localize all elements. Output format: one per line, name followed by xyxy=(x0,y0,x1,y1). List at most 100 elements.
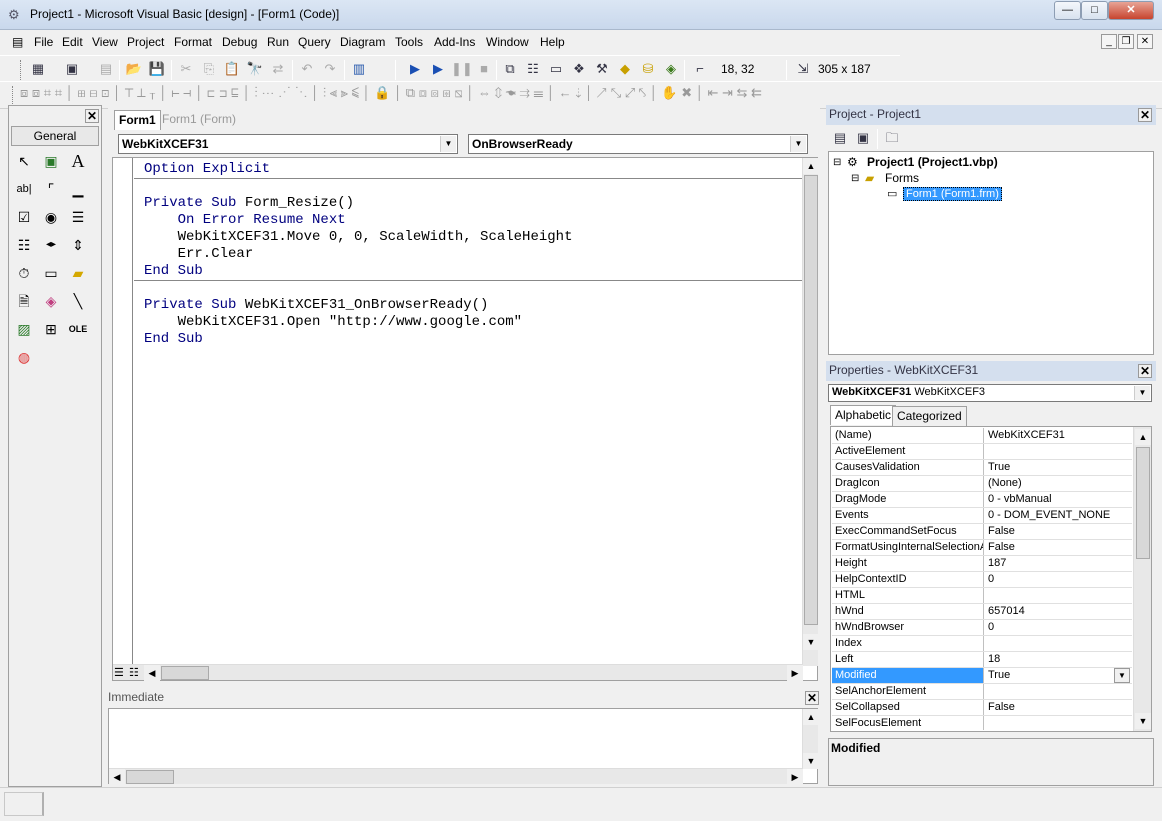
property-row[interactable]: ActiveElement xyxy=(832,444,1132,460)
collapse-icon[interactable]: ⊟ xyxy=(851,173,859,184)
property-value[interactable] xyxy=(985,444,1131,459)
start-icon[interactable]: ▶ xyxy=(405,59,425,79)
menu-add-ins[interactable]: Add-Ins xyxy=(434,35,475,49)
property-value[interactable] xyxy=(985,684,1131,699)
cut-icon[interactable]: ✂ xyxy=(176,59,196,79)
close-button[interactable]: ✕ xyxy=(1108,1,1154,20)
checkbox-icon[interactable]: ☑ xyxy=(13,206,35,228)
toggle-folders-icon[interactable]: 🗀 xyxy=(882,128,902,148)
mdi-minimize-button[interactable]: _ xyxy=(1101,34,1117,49)
chrome-icon[interactable]: ◍ xyxy=(13,346,35,368)
immediate-text-area[interactable]: ▲ ▼ ◀ ▶ xyxy=(108,708,819,785)
undo-icon[interactable]: ↶ xyxy=(297,59,317,79)
property-row[interactable]: CausesValidation True xyxy=(832,460,1132,476)
menu-project[interactable]: Project xyxy=(127,35,164,49)
property-value[interactable]: True xyxy=(985,460,1131,475)
add-form-icon[interactable]: ▣ xyxy=(62,59,82,79)
vscrollbar-icon[interactable]: ⇕ xyxy=(67,234,89,256)
property-row[interactable]: Left 18 xyxy=(832,652,1132,668)
menu-file[interactable]: File xyxy=(34,35,53,49)
property-value[interactable]: 187 xyxy=(985,556,1131,571)
tab-alphabetic[interactable]: Alphabetic xyxy=(830,405,897,425)
property-value[interactable]: WebKitXCEF31 xyxy=(985,428,1131,443)
property-row[interactable]: FormatUsingInternalSelectionAr False xyxy=(832,540,1132,556)
dirlistbox-icon[interactable]: ▰ xyxy=(67,262,89,284)
property-value[interactable] xyxy=(985,588,1131,603)
property-value[interactable]: False xyxy=(985,524,1131,539)
mdi-system-icon[interactable]: ▤ xyxy=(12,35,23,49)
ole-icon[interactable]: OLE xyxy=(67,318,89,340)
start-full-compile-icon[interactable]: ▶ xyxy=(428,59,448,79)
toolbox-icon[interactable]: ⚒ xyxy=(592,59,612,79)
chevron-down-icon[interactable]: ▼ xyxy=(440,136,456,152)
menu-help[interactable]: Help xyxy=(540,35,565,49)
property-row[interactable]: HelpContextID 0 xyxy=(832,572,1132,588)
mdi-restore-button[interactable]: ❐ xyxy=(1118,34,1134,49)
code-line[interactable]: End Sub xyxy=(144,263,572,280)
collapse-icon[interactable]: ⊟ xyxy=(833,157,841,168)
property-row[interactable]: Modified True ▼ xyxy=(832,668,1132,684)
menu-tools[interactable]: Tools xyxy=(395,35,423,49)
property-value[interactable]: False xyxy=(985,700,1131,715)
scroll-left-icon[interactable]: ◀ xyxy=(109,769,125,785)
scroll-thumb[interactable] xyxy=(126,770,174,784)
combobox-icon[interactable]: ☰ xyxy=(67,206,89,228)
property-scrollbar[interactable]: ▲ ▼ xyxy=(1133,427,1151,731)
code-line[interactable]: On Error Resume Next xyxy=(144,212,572,229)
scroll-down-icon[interactable]: ▼ xyxy=(803,634,819,650)
project-close-icon[interactable]: ✕ xyxy=(1138,108,1152,122)
scroll-right-icon[interactable]: ▶ xyxy=(787,665,803,681)
label-icon[interactable]: A xyxy=(67,150,89,172)
tab-categorized[interactable]: Categorized xyxy=(892,406,967,426)
scroll-right-icon[interactable]: ▶ xyxy=(787,769,803,785)
property-row[interactable]: SelFocusElement xyxy=(832,716,1132,730)
code-line[interactable]: End Sub xyxy=(144,331,572,348)
forms-folder[interactable]: Forms xyxy=(885,171,919,185)
property-row[interactable]: hWndBrowser 0 xyxy=(832,620,1132,636)
immediate-close-icon[interactable]: ✕ xyxy=(805,691,819,705)
code-line[interactable]: Private Sub Form_Resize() xyxy=(144,195,572,212)
toolbox-close-icon[interactable]: ✕ xyxy=(85,109,99,123)
project-tree[interactable]: ⊟ ⚙ Project1 (Project1.vbp) ⊟ ▰ Forms ▭ … xyxy=(828,151,1154,355)
scroll-down-icon[interactable]: ▼ xyxy=(1135,713,1151,729)
pointer-icon[interactable]: ↖ xyxy=(13,150,35,172)
code-line[interactable]: Err.Clear xyxy=(144,246,572,263)
maximize-button[interactable]: □ xyxy=(1081,1,1108,20)
mdi-close-button[interactable]: ✕ xyxy=(1137,34,1153,49)
hscrollbar-icon[interactable]: ◂▸ xyxy=(40,234,62,256)
scroll-thumb[interactable] xyxy=(1136,447,1150,559)
menu-diagram[interactable]: Diagram xyxy=(340,35,385,49)
menu-view[interactable]: View xyxy=(92,35,118,49)
component-manager-icon[interactable]: ◈ xyxy=(661,59,681,79)
code-line[interactable]: Option Explicit xyxy=(144,161,572,178)
menu-run[interactable]: Run xyxy=(267,35,289,49)
textbox-icon[interactable]: ab| xyxy=(13,178,35,200)
property-grid[interactable]: (Name) WebKitXCEF31 ActiveElement CausesVal… xyxy=(830,426,1152,732)
property-value[interactable]: 657014 xyxy=(985,604,1131,619)
scroll-thumb[interactable] xyxy=(161,666,209,680)
copy-icon[interactable]: ⎘ xyxy=(199,59,219,79)
property-row[interactable]: Height 187 xyxy=(832,556,1132,572)
immediate-vertical-scrollbar[interactable]: ▲ ▼ xyxy=(802,709,819,769)
end-icon[interactable]: ■ xyxy=(474,59,494,79)
form1-item[interactable]: Form1 (Form1.frm) xyxy=(903,187,1002,201)
optionbutton-icon[interactable]: ◉ xyxy=(40,206,62,228)
chevron-down-icon[interactable]: ▼ xyxy=(1134,386,1150,400)
scroll-thumb[interactable] xyxy=(804,175,818,625)
object-selector[interactable]: WebKitXCEF31 WebKitXCEF3 ▼ xyxy=(828,384,1152,402)
listbox-icon[interactable]: ☷ xyxy=(13,234,35,256)
property-value[interactable]: 18 xyxy=(985,652,1131,667)
code-line[interactable] xyxy=(144,178,572,195)
add-project-icon[interactable]: ▦ xyxy=(28,59,48,79)
redo-icon[interactable]: ↷ xyxy=(320,59,340,79)
filelistbox-icon[interactable]: 🗎 xyxy=(13,290,35,312)
picturebox-icon[interactable]: ▣ xyxy=(40,150,62,172)
save-project-icon[interactable]: 💾 xyxy=(147,59,167,79)
commandbutton-icon[interactable]: ▁ xyxy=(67,178,89,200)
data-environment-icon[interactable]: ◆ xyxy=(615,59,635,79)
menu-edit[interactable]: Edit xyxy=(62,35,83,49)
code-vertical-scrollbar[interactable]: ▲ ▼ xyxy=(802,158,819,666)
project-root[interactable]: Project1 (Project1.vbp) xyxy=(867,155,998,169)
property-row[interactable]: HTML xyxy=(832,588,1132,604)
timer-icon[interactable]: ⏱ xyxy=(13,262,35,284)
